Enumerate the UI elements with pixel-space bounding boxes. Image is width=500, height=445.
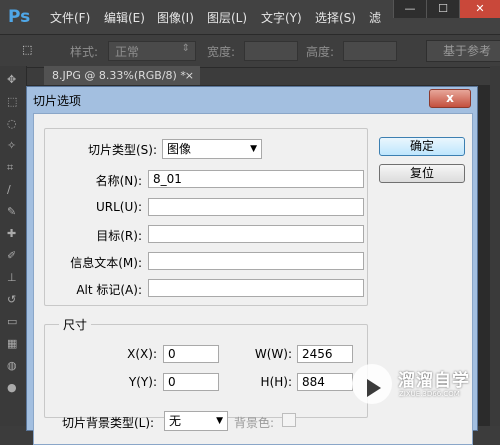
slice-info-group: 切片类型(S): 图像 ▼ 名称(N): 8_01 URL(U): 目标(R):… bbox=[44, 128, 368, 306]
gradient-tool-icon[interactable]: ▦ bbox=[7, 338, 19, 350]
width-label: 宽度: bbox=[207, 45, 236, 59]
name-label: 名称(N): bbox=[95, 174, 142, 188]
y-input[interactable]: 0 bbox=[163, 373, 219, 391]
dropdown-arrow-icon: ▼ bbox=[250, 144, 257, 154]
slice-type-select[interactable]: 图像 ▼ bbox=[162, 139, 262, 159]
refine-edge-button[interactable]: 基于参考 bbox=[426, 40, 500, 62]
url-label: URL(U): bbox=[96, 200, 142, 214]
brush-tool-icon[interactable]: ✐ bbox=[7, 250, 19, 262]
play-icon bbox=[367, 379, 381, 397]
minimize-button[interactable]: — bbox=[393, 0, 426, 18]
menu-file[interactable]: 文件(F) bbox=[50, 9, 90, 26]
h-label: H(H): bbox=[260, 375, 292, 389]
watermark-name: 溜溜自学 bbox=[398, 371, 470, 391]
y-label: Y(Y): bbox=[128, 375, 157, 389]
slice-bg-type-select[interactable]: 无 ▼ bbox=[164, 411, 228, 431]
dialog-title: 切片选项 bbox=[33, 94, 82, 108]
height-input[interactable] bbox=[343, 41, 397, 61]
slice-type-label: 切片类型(S): bbox=[87, 143, 157, 157]
crop-tool-icon[interactable]: ⌗ bbox=[7, 162, 19, 174]
stamp-tool-icon[interactable]: ⊥ bbox=[7, 272, 19, 284]
menu-edit[interactable]: 编辑(E) bbox=[104, 9, 145, 26]
menu-select[interactable]: 选择(S) bbox=[315, 9, 356, 26]
name-input[interactable]: 8_01 bbox=[148, 170, 364, 188]
dialog-close-button[interactable]: x bbox=[429, 89, 471, 108]
marquee-tool-preset-icon[interactable]: ⬚ bbox=[22, 44, 34, 56]
magic-wand-tool-icon[interactable]: ✧ bbox=[7, 140, 19, 152]
style-select[interactable]: 正常 ⇕ bbox=[108, 41, 196, 61]
height-label: 高度: bbox=[306, 45, 335, 59]
menu-filter[interactable]: 滤 bbox=[369, 9, 381, 26]
menu-type[interactable]: 文字(Y) bbox=[261, 9, 302, 26]
document-tab[interactable]: 8.JPG @ 8.33%(RGB/8) * × bbox=[44, 66, 200, 85]
lasso-tool-icon[interactable]: ◌ bbox=[7, 118, 19, 130]
target-input[interactable] bbox=[148, 225, 364, 243]
menu-bar: Ps 文件(F) 编辑(E) 图像(I) 图层(L) 文字(Y) 选择(S) 滤… bbox=[0, 0, 500, 34]
eyedropper-tool-icon[interactable]: ✎ bbox=[7, 206, 19, 218]
w-label: W(W): bbox=[254, 347, 292, 361]
bg-color-swatch[interactable] bbox=[282, 413, 296, 427]
marquee-tool-icon[interactable]: ⬚ bbox=[7, 96, 19, 108]
menu-image[interactable]: 图像(I) bbox=[157, 9, 194, 26]
close-window-button[interactable]: ✕ bbox=[459, 0, 500, 18]
bg-color-label: 背景色: bbox=[234, 416, 275, 430]
healing-tool-icon[interactable]: ✚ bbox=[7, 228, 19, 240]
dropdown-arrow-icon: ▼ bbox=[216, 416, 223, 426]
h-input[interactable]: 884 bbox=[297, 373, 353, 391]
w-input[interactable]: 2456 bbox=[297, 345, 353, 363]
slice-type-value: 图像 bbox=[167, 142, 192, 156]
slice-bg-type-label: 切片背景类型(L): bbox=[62, 416, 155, 430]
watermark-logo bbox=[352, 364, 392, 404]
history-brush-tool-icon[interactable]: ↺ bbox=[7, 294, 19, 306]
reset-button[interactable]: 复位 bbox=[379, 164, 465, 183]
message-text-input[interactable] bbox=[148, 252, 364, 270]
move-tool-icon[interactable]: ✥ bbox=[7, 74, 19, 86]
chevron-updown-icon: ⇕ bbox=[181, 43, 190, 54]
options-bar: ⬚ 样式: 正常 ⇕ 宽度: 高度: 基于参考 bbox=[0, 34, 500, 68]
dodge-tool-icon[interactable]: ● bbox=[7, 382, 19, 394]
watermark: 溜溜自学 ZIXUE.3D66.COM bbox=[352, 360, 472, 408]
eraser-tool-icon[interactable]: ▭ bbox=[7, 316, 19, 328]
maximize-button[interactable]: ☐ bbox=[426, 0, 459, 18]
slice-tool-icon[interactable]: ∕ bbox=[7, 184, 19, 196]
alt-tag-label: Alt 标记(A): bbox=[76, 283, 142, 297]
window-controls: — ☐ ✕ bbox=[393, 0, 500, 18]
width-input[interactable] bbox=[244, 41, 298, 61]
close-tab-icon[interactable]: × bbox=[185, 66, 194, 85]
ok-button[interactable]: 确定 bbox=[379, 137, 465, 156]
menu-layer[interactable]: 图层(L) bbox=[207, 9, 247, 26]
photoshop-logo: Ps bbox=[8, 7, 31, 27]
x-input[interactable]: 0 bbox=[163, 345, 219, 363]
message-text-label: 信息文本(M): bbox=[70, 256, 142, 270]
style-select-value: 正常 bbox=[115, 45, 140, 59]
alt-tag-input[interactable] bbox=[148, 279, 364, 297]
watermark-url: ZIXUE.3D66.COM bbox=[399, 390, 460, 398]
target-label: 目标(R): bbox=[96, 229, 142, 243]
style-label: 样式: bbox=[70, 45, 99, 59]
tools-panel: ✥ ⬚ ◌ ✧ ⌗ ∕ ✎ ✚ ✐ ⊥ ↺ ▭ ▦ ◍ ● bbox=[0, 66, 27, 426]
panel-dock-strip bbox=[490, 66, 500, 426]
url-input[interactable] bbox=[148, 198, 364, 216]
dimensions-legend: 尺寸 bbox=[59, 316, 92, 333]
dimensions-group: 尺寸 X(X): 0 Y(Y): 0 W(W): 2456 H(H): 884 bbox=[44, 316, 368, 418]
blur-tool-icon[interactable]: ◍ bbox=[7, 360, 19, 372]
document-tab-title: 8.JPG @ 8.33%(RGB/8) * bbox=[52, 69, 186, 82]
x-label: X(X): bbox=[127, 347, 157, 361]
